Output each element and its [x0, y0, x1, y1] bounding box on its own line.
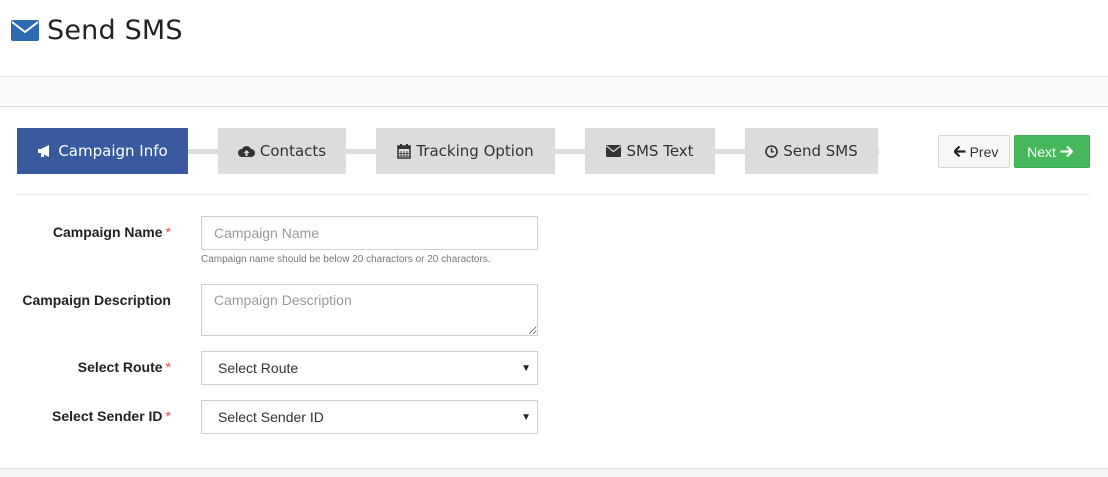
select-sender-id-label: Select Sender ID * [52, 408, 171, 424]
arrow-left-icon [953, 146, 966, 157]
campaign-name-label: Campaign Name * [53, 224, 171, 240]
route-select[interactable]: Select Route ▼ [201, 351, 538, 385]
campaign-name-help: Campaign name should be below 20 charact… [201, 254, 491, 265]
envelope-icon [606, 145, 622, 157]
label-text: Select Route [77, 359, 163, 375]
step-label: SMS Text [626, 142, 694, 160]
step-label: Campaign Info [58, 142, 168, 160]
dropdown-caret-icon: ▼ [521, 363, 531, 374]
campaign-description-label: Campaign Description [22, 292, 171, 308]
label-text: Campaign Description [22, 292, 171, 308]
step-campaign-info[interactable]: Campaign Info [17, 128, 188, 174]
envelope-icon [11, 20, 39, 41]
arrow-right-icon [1060, 146, 1073, 157]
form-divider [17, 194, 1090, 195]
label-text: Select Sender ID [52, 408, 163, 424]
campaign-name-input[interactable] [201, 216, 538, 250]
step-contacts[interactable]: Contacts [218, 128, 346, 174]
sender-id-selected-value: Select Sender ID [218, 409, 324, 425]
next-button[interactable]: Next [1014, 135, 1090, 168]
required-marker: * [165, 408, 171, 424]
step-label: Send SMS [783, 142, 858, 160]
bottom-edge [0, 469, 1108, 477]
campaign-description-input[interactable] [201, 284, 538, 336]
next-label: Next [1027, 143, 1056, 160]
required-marker: * [165, 224, 171, 240]
step-tracking-option[interactable]: Tracking Option [376, 128, 555, 174]
clock-icon [765, 144, 779, 158]
page-title-text: Send SMS [47, 15, 183, 46]
bullhorn-icon [38, 145, 50, 157]
prev-label: Prev [969, 143, 999, 160]
select-route-label: Select Route * [78, 359, 171, 375]
page-title: Send SMS [11, 15, 183, 46]
required-marker: * [165, 359, 171, 375]
step-label: Contacts [259, 142, 327, 160]
wizard-panel: Campaign Info Contacts Tracking Option S… [0, 108, 1108, 469]
sender-id-select[interactable]: Select Sender ID ▼ [201, 400, 538, 434]
prev-button[interactable]: Prev [938, 135, 1010, 168]
cloud-upload-icon [237, 145, 255, 157]
calendar-icon [397, 143, 412, 159]
label-text: Campaign Name [52, 224, 163, 240]
step-label: Tracking Option [416, 142, 534, 160]
route-selected-value: Select Route [218, 360, 299, 376]
dropdown-caret-icon: ▼ [521, 412, 531, 423]
step-send-sms[interactable]: Send SMS [745, 128, 878, 174]
step-sms-text[interactable]: SMS Text [585, 128, 715, 174]
wizard-steps: Campaign Info Contacts Tracking Option S… [17, 128, 879, 174]
sub-toolbar [0, 77, 1108, 107]
page-header: Send SMS [0, 0, 1108, 77]
